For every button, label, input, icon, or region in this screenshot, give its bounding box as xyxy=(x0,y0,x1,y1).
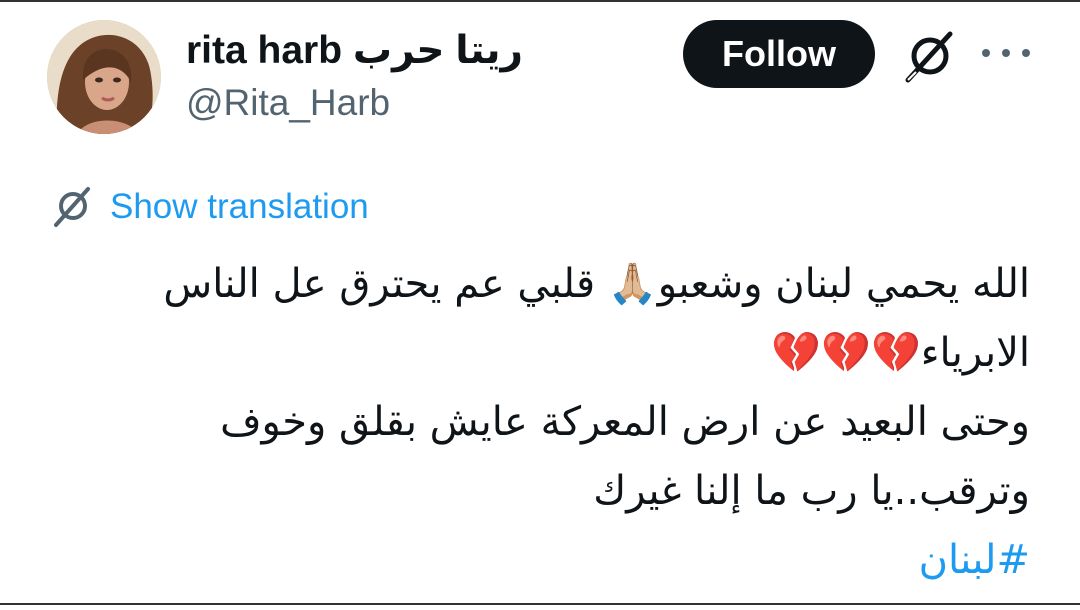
follow-button[interactable]: Follow xyxy=(683,20,875,88)
tweet-line: وترقب..يا رب ما إلنا غيرك xyxy=(593,468,1030,514)
more-dot xyxy=(1022,49,1030,57)
grok-icon[interactable] xyxy=(900,28,958,86)
tweet-line: وحتى البعيد عن ارض المعركة عايش بقلق وخو… xyxy=(220,399,1030,445)
translate-icon xyxy=(54,187,90,227)
hashtag-link[interactable]: #لبنان xyxy=(130,526,1030,595)
tweet-line: الابرياء💔💔💔 xyxy=(771,330,1030,376)
more-dot xyxy=(982,49,990,57)
tweet-line: الله يحمي لبنان وشعبو🙏🏼 قلبي عم يحترق عل… xyxy=(163,261,1030,307)
top-border xyxy=(0,0,1080,2)
display-name: rita harb ريتا حرب xyxy=(186,28,523,72)
more-icon[interactable] xyxy=(982,36,1030,70)
show-translation[interactable]: Show translation xyxy=(50,180,369,234)
author-handle[interactable]: @Rita_Harb xyxy=(186,82,390,124)
tweet-text: الله يحمي لبنان وشعبو🙏🏼 قلبي عم يحترق عل… xyxy=(130,250,1030,595)
avatar[interactable] xyxy=(47,20,161,134)
show-translation-link[interactable]: Show translation xyxy=(110,187,369,227)
more-dot xyxy=(1002,49,1010,57)
bottom-border xyxy=(0,603,1080,605)
author-name[interactable]: rita harb ريتا حرب xyxy=(186,26,523,74)
